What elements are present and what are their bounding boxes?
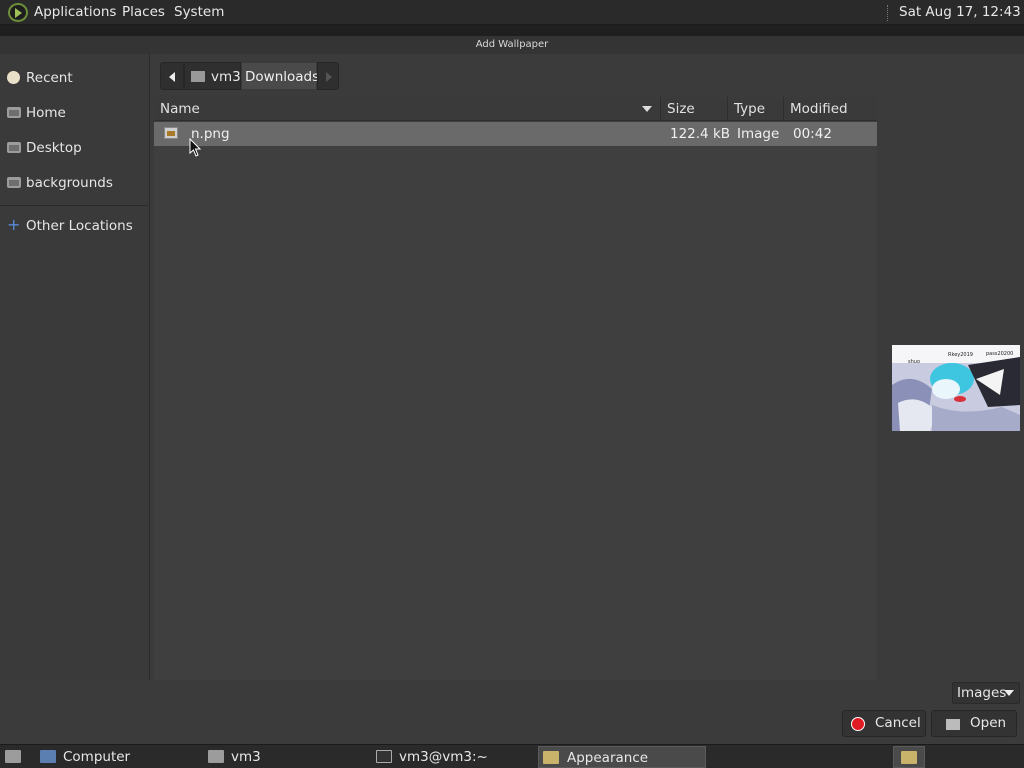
distro-logo-icon[interactable] <box>8 3 28 22</box>
sidebar-item-desktop[interactable]: Desktop <box>0 134 148 162</box>
plus-icon: + <box>7 215 21 234</box>
home-folder-icon <box>208 750 224 763</box>
desktop-icon <box>7 142 21 153</box>
preview-artwork: shuo Rkey2019 pass20200 <box>892 345 1020 431</box>
taskbar-item-computer[interactable]: Computer <box>38 746 198 768</box>
preview-label-left: shuo <box>908 359 920 365</box>
panel-gap <box>0 25 1024 36</box>
sidebar-item-label: Desktop <box>26 140 82 156</box>
places-menu[interactable]: Places <box>122 0 165 25</box>
cancel-button-label: Cancel <box>875 715 921 731</box>
applications-menu[interactable]: Applications <box>34 0 116 25</box>
taskbar-item-label: Appearance Prefere... <box>567 750 649 766</box>
taskbar-item-label: Computer <box>63 749 131 765</box>
column-header-modified[interactable]: Modified <box>784 97 877 121</box>
taskbar-item-label: vm3 <box>231 749 261 765</box>
cancel-icon <box>851 717 865 731</box>
file-list[interactable]: Name Size Type Modified n.png 122.4 kB I… <box>154 97 877 680</box>
image-file-icon <box>164 127 178 139</box>
chevron-right-icon <box>326 72 332 82</box>
table-row[interactable]: n.png 122.4 kB Image 00:42 <box>154 122 877 146</box>
show-desktop-button[interactable] <box>3 746 23 768</box>
folder-icon <box>7 177 21 188</box>
column-header-label: Modified <box>790 101 848 117</box>
file-size: 122.4 kB <box>670 126 731 142</box>
column-header-size[interactable]: Size <box>661 97 728 121</box>
sidebar-item-backgrounds[interactable]: backgrounds <box>0 169 148 197</box>
path-crumb-label: vm3 <box>211 69 241 85</box>
terminal-icon <box>376 750 392 763</box>
path-crumb-downloads[interactable]: Downloads <box>241 62 320 90</box>
sidebar-item-label: Other Locations <box>26 218 133 234</box>
list-header: Name Size Type Modified <box>154 97 877 121</box>
sidebar-item-label: Home <box>26 105 66 121</box>
clock[interactable]: Sat Aug 17, 12:43 AM <box>899 0 1024 45</box>
appearance-icon <box>543 751 559 764</box>
chevron-left-icon <box>169 72 175 82</box>
column-header-label: Type <box>734 101 766 117</box>
filter-selected-label: Images <box>957 685 1007 701</box>
path-forward-button[interactable] <box>317 62 339 90</box>
taskbar-item-vm3[interactable]: vm3 <box>206 746 366 768</box>
system-menu[interactable]: System <box>174 0 224 25</box>
sidebar-item-label: backgrounds <box>26 175 113 191</box>
taskbar-item-appearance[interactable]: Appearance Prefere... <box>538 746 706 768</box>
path-back-button[interactable] <box>160 62 184 90</box>
computer-icon <box>40 750 56 763</box>
chevron-down-icon <box>1004 690 1014 696</box>
sidebar-divider <box>0 205 148 206</box>
show-desktop-icon <box>5 750 21 763</box>
mouse-pointer-icon <box>189 138 201 157</box>
top-panel: Applications Places System Sat Aug 17, 1… <box>0 0 1024 45</box>
preview-label-mid: Rkey2019 <box>948 352 973 358</box>
file-type-filter[interactable]: Images <box>952 682 1020 704</box>
cancel-button[interactable]: Cancel <box>842 710 926 737</box>
open-button-label: Open <box>970 715 1007 731</box>
recent-icon <box>7 71 20 84</box>
places-sidebar: Recent Home Desktop backgrounds + Other … <box>0 54 150 680</box>
column-header-label: Size <box>667 101 695 117</box>
file-modified: 00:42 <box>793 126 832 142</box>
sidebar-item-home[interactable]: Home <box>0 99 148 127</box>
taskbar: Computer vm3 vm3@vm3:~ Appearance Prefer… <box>0 744 1024 768</box>
path-crumb-label: Downloads <box>245 69 320 85</box>
image-preview: shuo Rkey2019 pass20200 <box>892 345 1020 431</box>
column-header-name[interactable]: Name <box>154 97 661 121</box>
taskbar-item-label: vm3@vm3:~ <box>399 749 488 765</box>
workspace-window-icon <box>901 751 917 764</box>
workspace-switcher[interactable] <box>893 746 925 768</box>
sidebar-item-recent[interactable]: Recent <box>0 64 148 92</box>
sidebar-item-other-locations[interactable]: + Other Locations <box>0 212 148 240</box>
open-button[interactable]: Open <box>931 710 1017 737</box>
home-icon <box>7 107 21 118</box>
window-title[interactable]: Add Wallpaper <box>0 36 1024 54</box>
home-icon <box>191 71 205 82</box>
panel-separator <box>887 5 889 21</box>
column-header-label: Name <box>160 101 200 117</box>
sidebar-item-label: Recent <box>26 70 73 86</box>
taskbar-item-terminal[interactable]: vm3@vm3:~ <box>374 746 534 768</box>
folder-open-icon <box>946 719 960 730</box>
file-type: Image <box>737 126 780 142</box>
column-header-type[interactable]: Type <box>728 97 784 121</box>
preview-label-right: pass20200 <box>986 351 1013 357</box>
sort-down-icon <box>642 106 652 112</box>
path-crumb-vm3[interactable]: vm3 <box>184 62 241 90</box>
